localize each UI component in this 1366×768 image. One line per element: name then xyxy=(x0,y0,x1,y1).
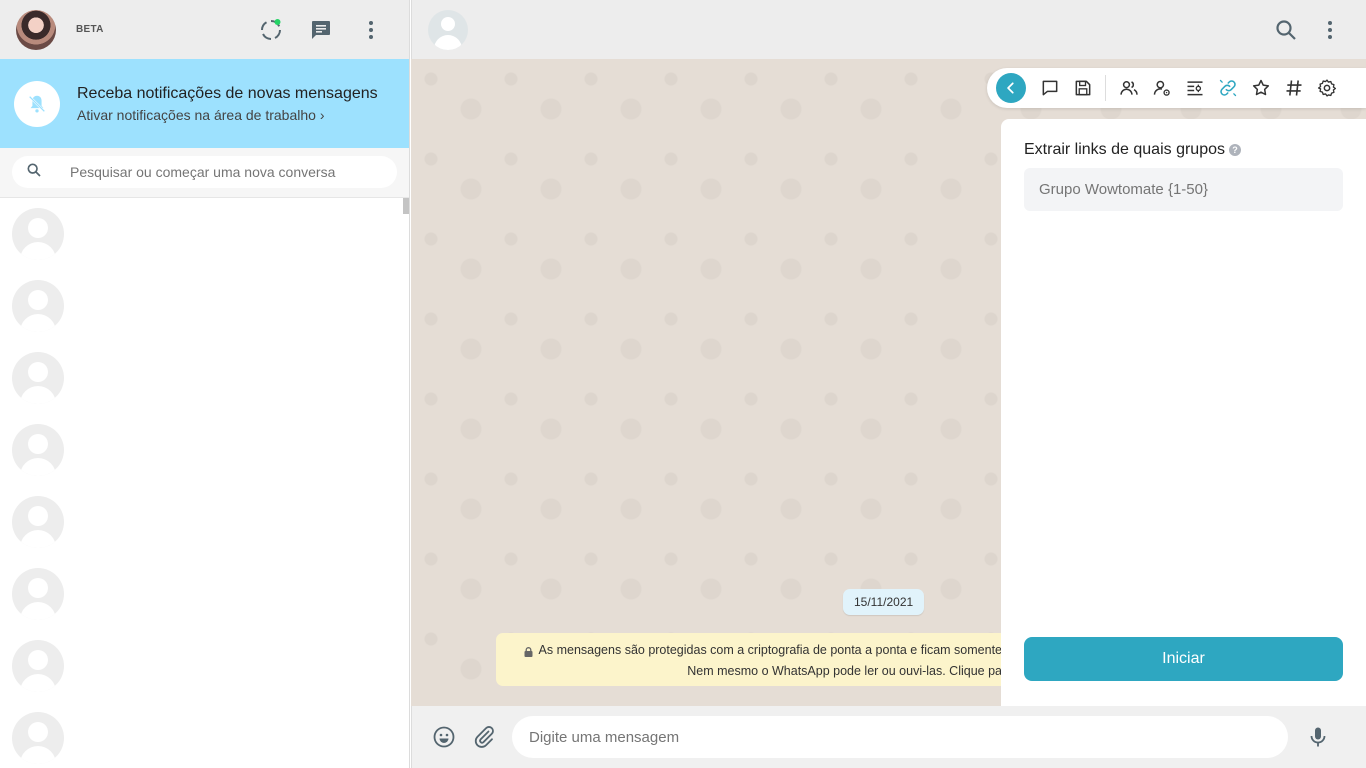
back-icon xyxy=(1007,82,1014,94)
search-bar xyxy=(0,148,409,198)
status-icon[interactable] xyxy=(259,18,283,42)
notification-banner[interactable]: Receba notificações de novas mensagens A… xyxy=(0,59,409,148)
default-avatar-icon xyxy=(12,496,64,548)
extension-toolbar xyxy=(987,68,1366,108)
date-chip: 15/11/2021 xyxy=(843,589,925,615)
save-icon[interactable] xyxy=(1066,73,1099,103)
chat-list xyxy=(0,198,409,768)
default-avatar-icon xyxy=(12,280,64,332)
list-item[interactable] xyxy=(0,342,409,414)
sidebar-header: BETA xyxy=(0,0,409,59)
back-button[interactable] xyxy=(996,73,1026,103)
list-item[interactable] xyxy=(0,702,409,768)
microphone-icon[interactable] xyxy=(1306,725,1330,749)
encryption-notice[interactable]: As mensagens são protegidas com a cripto… xyxy=(496,633,1016,686)
list-item[interactable] xyxy=(0,486,409,558)
list-item[interactable] xyxy=(0,630,409,702)
menu-icon[interactable] xyxy=(359,18,383,42)
default-avatar-icon xyxy=(12,424,64,476)
gear-icon[interactable] xyxy=(1310,73,1343,103)
link-icon[interactable] xyxy=(1211,73,1244,103)
extension-panel: Extrair links de quais grupos ? Iniciar xyxy=(1001,119,1366,706)
menu-icon[interactable] xyxy=(1318,18,1342,42)
star-icon[interactable] xyxy=(1244,73,1277,103)
sidebar: BETA Receba notificações de novas mensag… xyxy=(0,0,410,768)
list-item[interactable] xyxy=(0,414,409,486)
emoji-icon[interactable] xyxy=(432,725,456,749)
notification-title: Receba notificações de novas mensagens xyxy=(77,84,378,102)
chat-bubble-icon[interactable] xyxy=(1033,73,1066,103)
profile-avatar[interactable] xyxy=(16,9,56,50)
users-icon[interactable] xyxy=(1112,73,1145,103)
attach-icon[interactable] xyxy=(472,725,496,749)
search-icon[interactable] xyxy=(1274,18,1298,42)
new-chat-icon[interactable] xyxy=(309,18,333,42)
beta-label: BETA xyxy=(76,24,104,35)
notification-subtitle[interactable]: Ativar notificações na área de trabalho … xyxy=(77,107,378,123)
whatsapp-web-app: BETA Receba notificações de novas mensag… xyxy=(0,0,1366,768)
hashtag-icon[interactable] xyxy=(1277,73,1310,103)
field-label: Extrair links de quais grupos ? xyxy=(1024,141,1343,159)
list-item[interactable] xyxy=(0,558,409,630)
default-avatar-icon xyxy=(12,208,64,260)
default-avatar-icon xyxy=(12,568,64,620)
start-button[interactable]: Iniciar xyxy=(1024,637,1343,681)
user-settings-icon[interactable] xyxy=(1145,73,1178,103)
help-icon[interactable]: ? xyxy=(1228,144,1241,156)
search-input[interactable] xyxy=(70,164,370,180)
conversation-header xyxy=(411,0,1366,59)
message-composer xyxy=(411,706,1366,768)
list-item[interactable] xyxy=(0,270,409,342)
chevron-right-icon: › xyxy=(319,106,325,123)
groups-input[interactable] xyxy=(1024,168,1343,211)
encryption-line-2: Nem mesmo o WhatsApp pode ler ou ouvi-la… xyxy=(687,664,1002,678)
message-input[interactable] xyxy=(512,716,1288,758)
default-avatar-icon xyxy=(12,712,64,764)
chat-list-scrollbar[interactable] xyxy=(403,198,409,214)
encryption-line-1: As mensagens são protegidas com a cripto… xyxy=(538,643,1002,657)
lock-icon xyxy=(524,644,533,665)
bell-off-icon xyxy=(14,80,60,127)
contact-avatar[interactable] xyxy=(428,9,468,50)
default-avatar-icon xyxy=(12,640,64,692)
list-item[interactable] xyxy=(0,198,409,270)
search-icon xyxy=(26,162,42,183)
filter-list-icon[interactable] xyxy=(1178,73,1211,103)
toolbar-divider xyxy=(1105,75,1106,101)
default-avatar-icon xyxy=(12,352,64,404)
